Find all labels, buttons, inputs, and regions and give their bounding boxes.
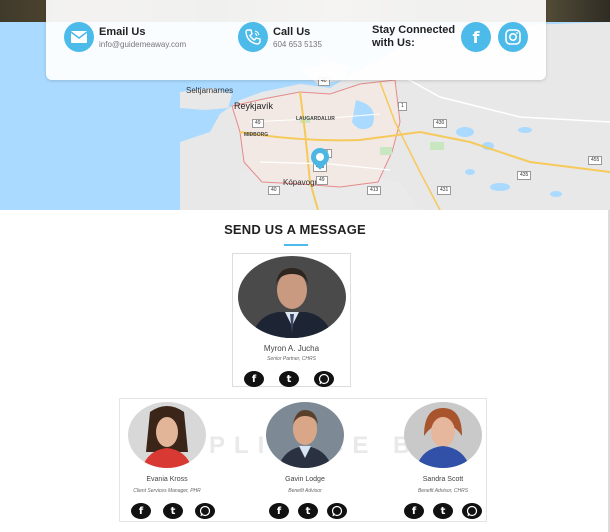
member-role: Client Services Manager, PHR [133, 488, 201, 494]
phone-icon[interactable] [238, 22, 268, 52]
road-number: 413 [367, 186, 382, 195]
stay-connected-label-line2: with Us: [372, 37, 415, 49]
title-underline [284, 244, 308, 246]
contact-info-card: Email Us info@guidemeaway.com Call Us 60… [46, 0, 546, 80]
road-number: 435 [517, 171, 532, 180]
email-address-link[interactable]: info@guidemeaway.com [99, 40, 186, 49]
member-role: Benefit Advisor [288, 488, 322, 494]
tumblr-icon[interactable]: t [298, 503, 318, 519]
envelope-icon[interactable] [64, 22, 94, 52]
road-number: 40 [268, 186, 280, 195]
instagram-icon[interactable] [498, 22, 528, 52]
facebook-glyph: f [138, 505, 144, 517]
stay-connected-label-line1: Stay Connected [372, 24, 456, 36]
facebook-glyph: f [472, 27, 480, 47]
facebook-glyph: f [276, 505, 282, 517]
member-name: Evania Kross [146, 476, 188, 483]
avatar [404, 402, 482, 468]
tumblr-glyph: t [286, 373, 292, 385]
facebook-icon[interactable]: f [244, 371, 264, 387]
road-number: 1 [398, 102, 407, 111]
team-card-featured: Myron A. Jucha Senior Partner, CHRS f t [232, 253, 351, 387]
whatsapp-icon[interactable] [327, 503, 347, 519]
map-label-seltjarnarnes: Seltjarnarnes [186, 86, 234, 95]
member-role: Senior Partner, CHRS [267, 356, 316, 362]
tumblr-glyph: t [170, 505, 176, 517]
section-title: SEND US A MESSAGE [224, 222, 366, 237]
avatar [266, 402, 344, 468]
member-name: Gavin Lodge [285, 476, 325, 483]
road-number: 430 [433, 119, 448, 128]
whatsapp-icon[interactable] [195, 503, 215, 519]
email-title: Email Us [99, 26, 146, 38]
facebook-icon[interactable]: f [269, 503, 289, 519]
road-number: 49 [252, 119, 264, 128]
map-label-reykjavik: Reykjavík [234, 101, 274, 111]
tumblr-icon[interactable]: t [163, 503, 183, 519]
member-name: Sandra Scott [422, 476, 464, 483]
member-role: Benefit Advisor, CHRS [417, 488, 469, 494]
tumblr-icon[interactable]: t [433, 503, 453, 519]
facebook-glyph: f [251, 373, 257, 385]
facebook-icon[interactable]: f [131, 503, 151, 519]
road-number: 431 [437, 186, 452, 195]
avatar [238, 256, 346, 338]
avatar [128, 402, 206, 468]
whatsapp-icon[interactable] [314, 371, 334, 387]
tumblr-icon[interactable]: t [279, 371, 299, 387]
facebook-icon[interactable]: f [461, 22, 491, 52]
facebook-glyph: f [411, 505, 417, 517]
tumblr-glyph: t [440, 505, 446, 517]
road-number: 49 [316, 176, 328, 185]
member-name: Myron A. Jucha [263, 344, 320, 353]
road-number: 455 [588, 156, 603, 165]
whatsapp-icon[interactable] [462, 503, 482, 519]
map-label-laugardalur: LAUGARDALUR [296, 116, 335, 122]
map-label-midborg: MIÐBORG [244, 132, 269, 138]
tumblr-glyph: t [305, 505, 311, 517]
phone-number-link[interactable]: 604 653 5135 [273, 40, 322, 49]
facebook-icon[interactable]: f [404, 503, 424, 519]
call-title: Call Us [273, 26, 311, 38]
